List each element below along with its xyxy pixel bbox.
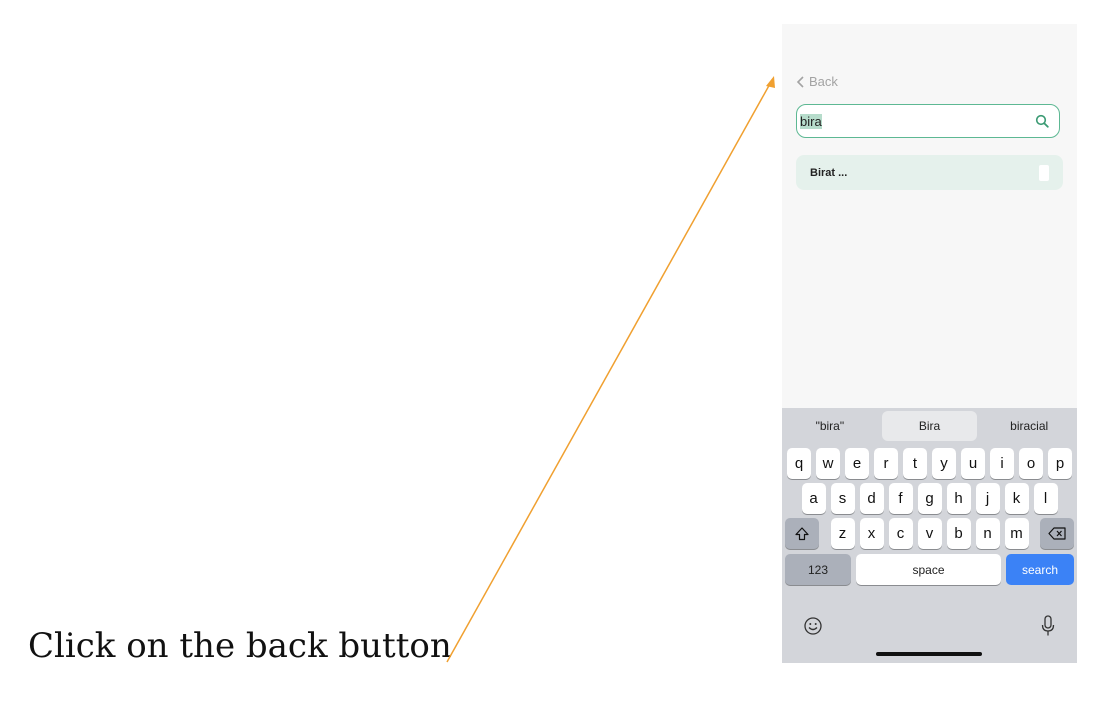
key-s[interactable]: s — [830, 483, 855, 514]
microphone-icon[interactable] — [1041, 615, 1055, 637]
key-a[interactable]: a — [801, 483, 826, 514]
result-indicator — [1039, 164, 1049, 181]
key-q[interactable]: q — [787, 448, 811, 479]
key-p[interactable]: p — [1048, 448, 1072, 479]
key-row-2: a s d f g h j k l — [782, 483, 1077, 514]
search-field[interactable]: bira — [796, 104, 1060, 138]
key-o[interactable]: o — [1019, 448, 1043, 479]
key-row-3: z x c v b n m — [782, 518, 1077, 549]
result-label: Birat ... — [810, 166, 848, 179]
numbers-key[interactable]: 123 — [785, 554, 851, 585]
key-n[interactable]: n — [975, 518, 1000, 549]
result-item[interactable]: Birat ... — [796, 155, 1063, 190]
back-label: Back — [809, 74, 838, 89]
key-j[interactable]: j — [975, 483, 1000, 514]
key-f[interactable]: f — [888, 483, 913, 514]
suggestion-item[interactable]: biracial — [981, 411, 1077, 441]
key-h[interactable]: h — [946, 483, 971, 514]
key-g[interactable]: g — [917, 483, 942, 514]
delete-icon — [1048, 527, 1066, 540]
shift-icon — [795, 526, 809, 540]
key-r[interactable]: r — [874, 448, 898, 479]
key-l[interactable]: l — [1033, 483, 1058, 514]
suggestion-item[interactable]: "bira" — [782, 411, 878, 441]
key-v[interactable]: v — [917, 518, 942, 549]
key-i[interactable]: i — [990, 448, 1014, 479]
search-key[interactable]: search — [1006, 554, 1074, 585]
suggestion-item[interactable]: Bira — [881, 411, 978, 441]
search-input[interactable]: bira — [800, 113, 1035, 129]
search-input-value: bira — [800, 113, 822, 129]
key-t[interactable]: t — [903, 448, 927, 479]
key-row-bottom: 123 space search — [782, 554, 1077, 585]
key-m[interactable]: m — [1004, 518, 1029, 549]
suggestion-bar: "bira" Bira biracial — [782, 408, 1077, 444]
key-b[interactable]: b — [946, 518, 971, 549]
key-row-1: q w e r t y u i o p — [782, 448, 1077, 479]
key-d[interactable]: d — [859, 483, 884, 514]
key-x[interactable]: x — [859, 518, 884, 549]
phone-screen: Back bira Birat ... "bira" Bira biracial… — [782, 24, 1077, 663]
status-bar — [782, 24, 1077, 58]
home-indicator — [876, 652, 982, 656]
space-key[interactable]: space — [856, 554, 1001, 585]
key-k[interactable]: k — [1004, 483, 1029, 514]
keyboard: "bira" Bira biracial q w e r t y u i o p… — [782, 408, 1077, 663]
key-w[interactable]: w — [816, 448, 840, 479]
keyboard-footer — [782, 603, 1077, 663]
key-y[interactable]: y — [932, 448, 956, 479]
key-u[interactable]: u — [961, 448, 985, 479]
delete-key[interactable] — [1040, 518, 1074, 549]
search-icon[interactable] — [1035, 114, 1049, 128]
chevron-left-icon — [796, 75, 804, 88]
key-c[interactable]: c — [888, 518, 913, 549]
instruction-text: Click on the back button — [28, 626, 452, 666]
emoji-icon[interactable] — [804, 617, 822, 635]
key-e[interactable]: e — [845, 448, 869, 479]
shift-key[interactable] — [785, 518, 819, 549]
back-button[interactable]: Back — [796, 74, 838, 89]
key-z[interactable]: z — [830, 518, 855, 549]
